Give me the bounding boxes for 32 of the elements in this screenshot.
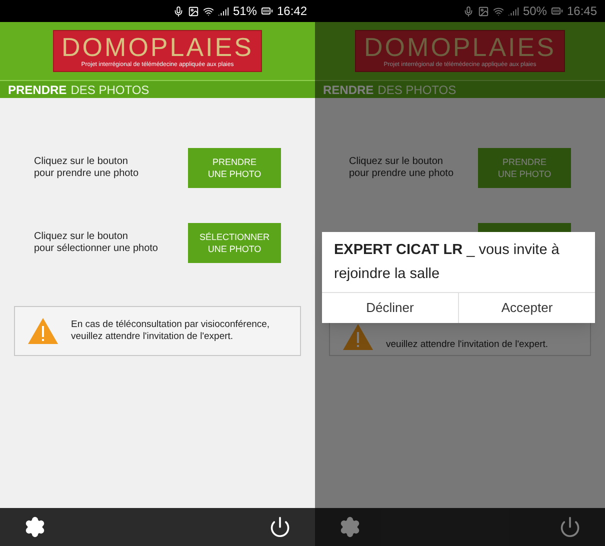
- clock: 16:45: [566, 3, 597, 20]
- warning-icon: [27, 317, 59, 345]
- dialog-button[interactable]: Décliner: [322, 293, 458, 323]
- title-bold: RENDRE: [323, 84, 374, 96]
- title-rest: DES PHOTOS: [378, 84, 456, 96]
- mic-icon: [462, 6, 474, 16]
- image-icon: [188, 6, 199, 16]
- mic-icon: [172, 6, 184, 16]
- dialog-message: EXPERT CICAT LR _ vous invite à rejoindre la salle: [334, 242, 560, 282]
- power-icon[interactable]: [269, 516, 291, 538]
- instruction-text: Cliquez sur le bouton pour prendre une photo: [349, 156, 454, 180]
- action-button[interactable]: SÉLECTIONNER UNE PHOTO: [188, 223, 281, 263]
- action-button[interactable]: PRENDRE UNE PHOTO: [188, 148, 281, 188]
- clock: 16:42: [276, 3, 307, 20]
- settings-icon[interactable]: [24, 516, 46, 538]
- battery-icon: [550, 5, 563, 17]
- title-bold: PRENDRE: [8, 84, 67, 96]
- logo-text: DOMOPLAIES: [364, 33, 556, 61]
- battery-icon: [260, 5, 273, 17]
- wifi-icon: [492, 6, 504, 16]
- battery-percent: 50%: [522, 3, 547, 20]
- instruction-text: Cliquez sur le bouton pour sélectionner une photo: [34, 231, 158, 255]
- wifi-icon: [202, 6, 214, 16]
- image-icon: [478, 6, 489, 16]
- action-button[interactable]: PRENDRE UNE PHOTO: [478, 148, 571, 188]
- notice-text: En cas de téléconsultation par visioconférence, veuillez attendre l'invitation de l'expert.: [71, 319, 270, 343]
- logo-text: DOMOPLAIES: [62, 33, 254, 61]
- instruction-text: Cliquez sur le bouton pour prendre une photo: [34, 156, 139, 180]
- battery-percent: 51%: [232, 3, 257, 20]
- dialog-button[interactable]: Accepter: [458, 293, 595, 323]
- notice-text: veuillez attendre l'invitation de l'expert.: [386, 339, 548, 351]
- title-rest: DES PHOTOS: [70, 84, 150, 96]
